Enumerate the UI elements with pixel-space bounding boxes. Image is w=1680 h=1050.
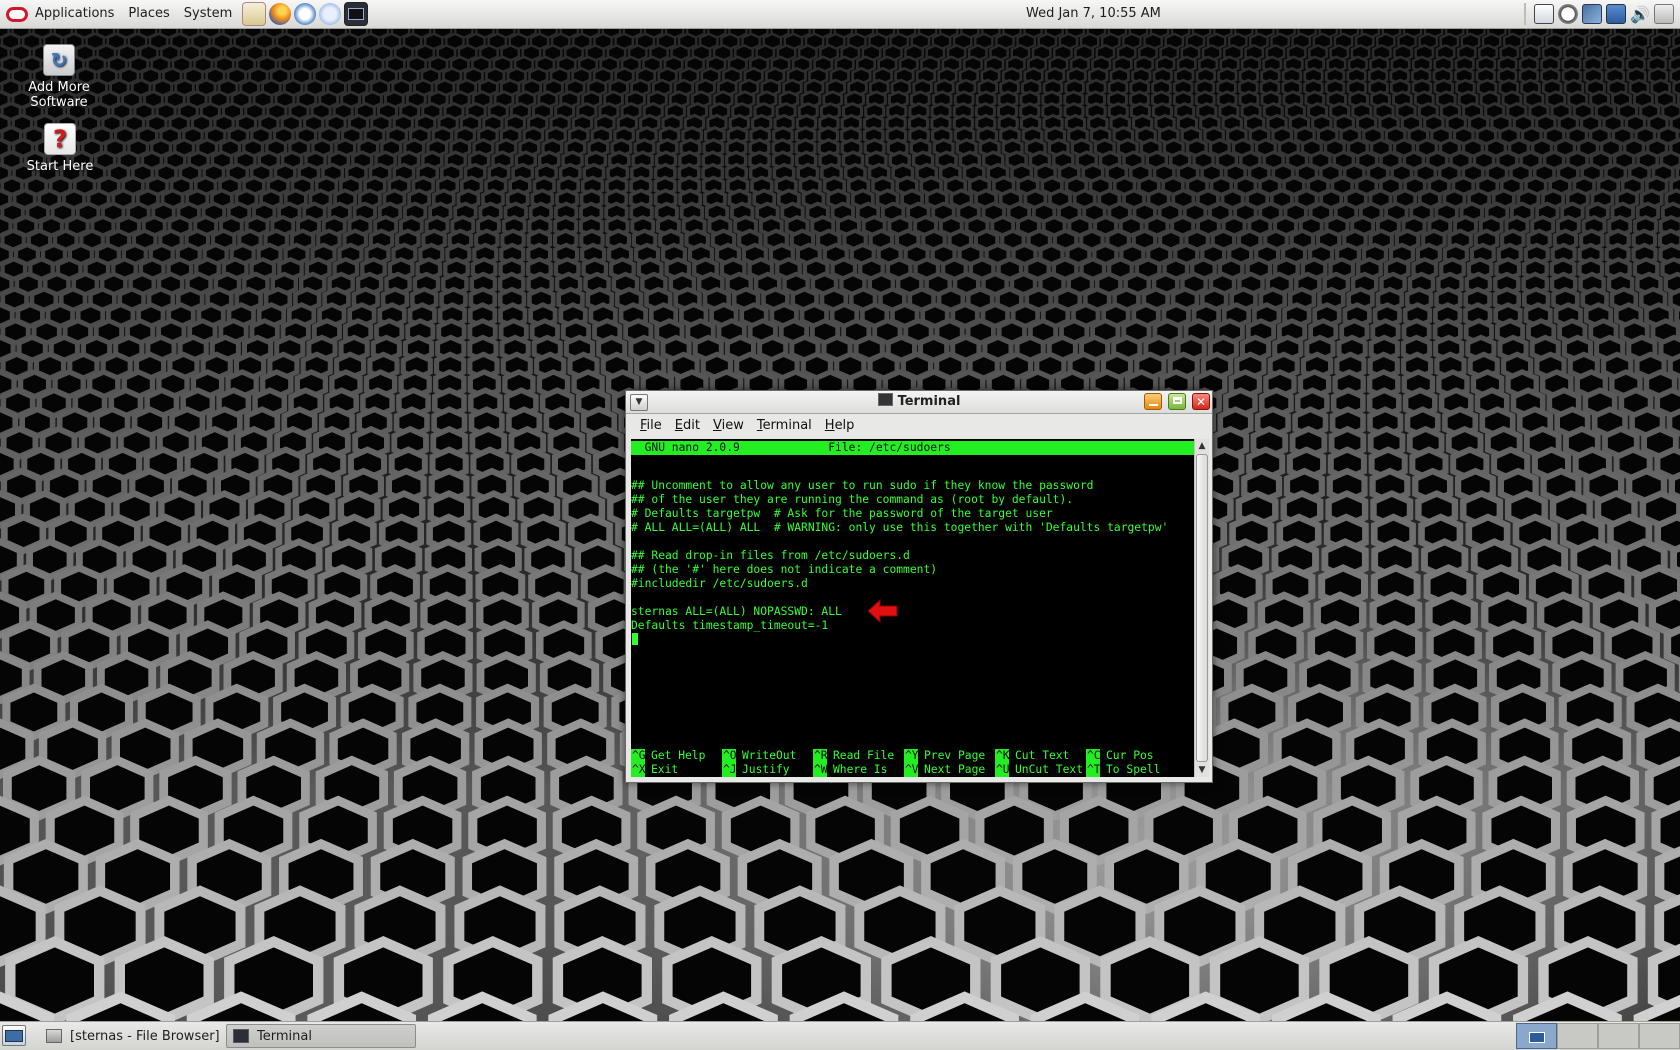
software-update-icon: ↻: [43, 44, 75, 76]
shortcut-uncut-text: ^U UnCut Text: [995, 763, 1084, 777]
terminal-screen[interactable]: GNU nano 2.0.9 File: /etc/sudoers ## Unc…: [631, 439, 1194, 777]
shortcut-exit: ^X Exit: [631, 763, 679, 777]
wallpaper-hex: [1663, 625, 1680, 666]
window-titlebar[interactable]: ▼ Terminal ✕: [626, 391, 1212, 414]
file-line: ## Read drop-in files from /etc/sudoers.…: [631, 549, 910, 562]
scroll-up-icon[interactable]: ▲: [1195, 439, 1209, 453]
workspace-2[interactable]: [1557, 1023, 1598, 1049]
menu-help[interactable]: Help: [819, 414, 862, 438]
taskbar-item-label: Terminal: [257, 1028, 312, 1044]
desktop-icon-start-here[interactable]: ? Start Here: [10, 123, 110, 174]
network-icon[interactable]: [1582, 4, 1602, 24]
shortcut-next-page: ^V Next Page: [904, 763, 986, 777]
workspace-1[interactable]: [1516, 1023, 1557, 1049]
tray-separator: [1524, 3, 1526, 25]
top-panel: Applications Places System Wed Jan 7, 10…: [0, 0, 1680, 29]
update-icon[interactable]: [319, 3, 342, 25]
taskbar-item-terminal[interactable]: Terminal: [226, 1024, 416, 1048]
accessibility-icon[interactable]: [1606, 4, 1626, 24]
shortcut-get-help: ^G Get Help: [631, 749, 706, 763]
file-line: ## Uncomment to allow any user to run su…: [631, 479, 1094, 492]
file-line: #includedir /etc/sudoers.d: [631, 577, 808, 590]
volume-icon[interactable]: 🔊: [1630, 4, 1650, 24]
file-browser-icon: [46, 1029, 62, 1043]
mail-icon[interactable]: [294, 3, 317, 25]
nano-title-bar: GNU nano 2.0.9 File: /etc/sudoers: [631, 441, 1194, 455]
desktop-icon-label: Start Here: [26, 159, 94, 174]
nano-shortcuts-row-2: ^X Exit ^J Justify ^W Where Is ^V Next Page …: [631, 763, 1177, 777]
close-button[interactable]: ✕: [1192, 393, 1210, 410]
system-tray: 🔊: [1524, 3, 1674, 25]
red-arrow-icon: [868, 599, 898, 623]
desktop-icon-label: Add More: [28, 80, 90, 95]
terminal-window: ▼ Terminal ✕ File Edit View Terminal Hel…: [625, 390, 1213, 783]
shortcut-to-spell: ^T To Spell: [1086, 763, 1161, 777]
terminal-icon[interactable]: [344, 2, 369, 26]
file-line: ## (the '#' here does not indicate a com…: [631, 563, 938, 576]
nano-shortcuts-row-1: ^G Get Help ^O WriteOut ^R Read File ^Y Prev…: [631, 749, 1177, 763]
shortcut-writeout: ^O WriteOut: [722, 749, 797, 763]
firefox-icon[interactable]: [269, 3, 292, 25]
shortcut-cut-text: ^K Cut Text: [995, 749, 1070, 763]
menu-view[interactable]: View: [707, 414, 751, 438]
shortcut-cur-pos: ^C Cur Pos: [1086, 749, 1154, 763]
scrollbar-thumb[interactable]: [1196, 454, 1208, 762]
terminal-scrollbar[interactable]: ▲ ▼: [1194, 439, 1209, 777]
workspace-3[interactable]: [1598, 1023, 1639, 1049]
system-menu[interactable]: System: [177, 0, 239, 28]
places-menu[interactable]: Places: [121, 0, 176, 28]
maximize-button[interactable]: [1168, 393, 1186, 410]
menu-terminal[interactable]: Terminal: [751, 414, 819, 438]
wallpaper-hex: [1672, 79, 1680, 96]
terminal-menubar: File Edit View Terminal Help: [626, 414, 1212, 438]
show-desktop-button[interactable]: [2, 1025, 26, 1046]
applications-menu[interactable]: Applications: [28, 0, 121, 28]
taskbar-item-file-browser[interactable]: [sternas - File Browser]: [40, 1024, 222, 1048]
scroll-down-icon[interactable]: ▼: [1195, 763, 1209, 777]
file-line: # ALL ALL=(ALL) ALL # WARNING: only use …: [631, 521, 1169, 534]
window-title: Terminal: [626, 391, 1212, 413]
file-line: Defaults timestamp_timeout=-1: [631, 619, 829, 632]
power-icon[interactable]: [1654, 4, 1674, 24]
help-icon: ?: [44, 123, 76, 155]
workspace-4[interactable]: [1639, 1023, 1680, 1049]
desktop-icon-add-more-software[interactable]: ↻ Add More Software: [9, 44, 109, 110]
text-cursor: [632, 633, 638, 645]
menu-file[interactable]: File: [634, 414, 669, 438]
shortcut-read-file: ^R Read File: [813, 749, 895, 763]
distro-logo-icon[interactable]: [6, 6, 28, 22]
desktop-icon-label: Software: [30, 95, 88, 110]
file-line: ## of the user they are running the comm…: [631, 493, 1074, 506]
bottom-panel: [sternas - File Browser] Terminal: [0, 1021, 1680, 1050]
shortcut-justify: ^J Justify: [722, 763, 790, 777]
panel-clock[interactable]: Wed Jan 7, 10:55 AM: [1026, 0, 1161, 28]
terminal-icon: [233, 1029, 249, 1043]
window-title-text: Terminal: [897, 394, 961, 409]
wallpaper-hex: [1654, 513, 1680, 555]
workspace-switcher: [1516, 1022, 1680, 1050]
menu-edit[interactable]: Edit: [669, 414, 707, 438]
system-monitor-icon[interactable]: [1534, 4, 1554, 24]
home-icon[interactable]: [242, 2, 267, 26]
file-line: # Defaults targetpw # Ask for the passwo…: [631, 507, 1053, 520]
clock-icon[interactable]: [1558, 4, 1578, 24]
shortcut-prev-page: ^Y Prev Page: [904, 749, 986, 763]
file-line: sternas ALL=(ALL) NOPASSWD: ALL: [631, 605, 842, 618]
minimize-button[interactable]: [1144, 393, 1162, 410]
shortcut-where-is: ^W Where Is: [813, 763, 888, 777]
taskbar-item-label: [sternas - File Browser]: [70, 1028, 220, 1044]
terminal-icon: [877, 393, 893, 406]
